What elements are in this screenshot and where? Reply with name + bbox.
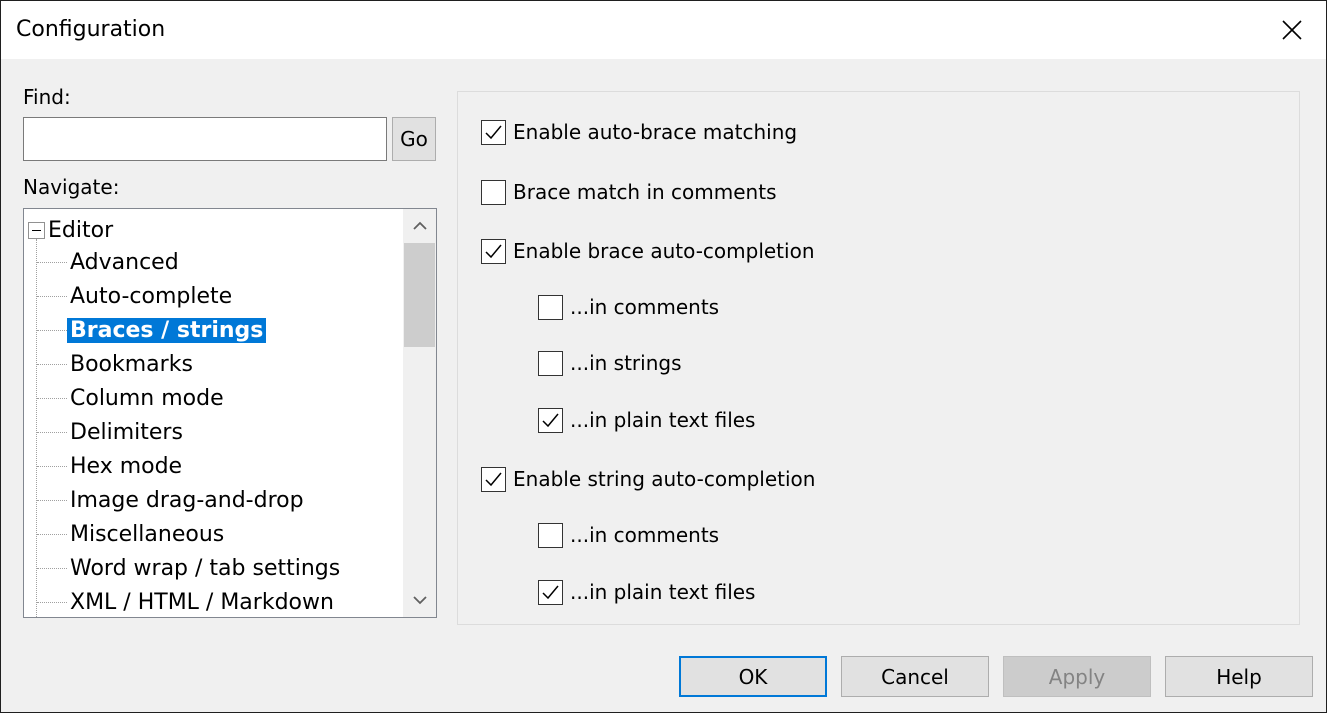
scroll-up-button[interactable] [403,209,436,243]
checkbox[interactable] [481,466,506,492]
ok-button[interactable]: OK [679,656,827,697]
tree-item[interactable]: XML / HTML / Markdown [37,586,337,617]
tree-item-label: Column mode [70,385,224,411]
checkbox[interactable] [538,579,563,605]
tree-item[interactable]: Column mode [37,382,227,414]
option-row[interactable]: ...in comments [538,292,719,322]
configuration-dialog: Configuration Find: Go Navigate: Editor … [0,0,1327,713]
checkbox[interactable] [481,119,506,145]
checkbox-label: ...in comments [570,295,720,319]
option-row[interactable]: Brace match in comments [481,177,777,207]
tree-item[interactable]: Delimiters [37,416,186,448]
tree-connector [37,329,67,331]
help-button[interactable]: Help [1165,656,1313,697]
tree-item-label: Advanced [70,249,179,275]
tree-item-label: Miscellaneous [70,521,225,547]
apply-button[interactable]: Apply [1003,656,1151,697]
tree-connector [37,261,67,263]
option-row[interactable]: ...in comments [538,520,719,550]
tree-node-label: Editor [48,217,114,243]
tree-connector [37,465,67,467]
checkmark-icon [485,244,502,258]
checkbox-label: Enable auto-brace matching [513,120,798,144]
tree-item[interactable]: Bookmarks [37,348,196,380]
checkbox[interactable] [538,350,563,376]
tree-item-label: XML / HTML / Markdown [70,589,334,615]
tree-item-label: Image drag-and-drop [70,487,304,513]
tree-item-label: Braces / strings [67,317,267,343]
tree-node-editor[interactable]: Editor [28,215,113,245]
tree-item-label: Bookmarks [70,351,193,377]
navigation-tree[interactable]: Editor Advanced Auto-complete Braces / str… [23,208,437,618]
title-bar: Configuration [1,1,1326,59]
option-row[interactable]: Enable string auto-completion [481,464,815,494]
find-label: Find: [23,85,71,109]
tree-item[interactable]: Auto-complete [37,280,235,312]
checkmark-icon [485,125,502,139]
tree-connector [37,567,67,569]
checkmark-icon [542,585,559,599]
tree-connector [37,499,67,501]
tree-connector [37,533,67,535]
tree-item[interactable]: Hex mode [37,450,185,482]
checkbox[interactable] [538,294,563,320]
checkbox-label: ...in plain text files [570,580,756,604]
go-button[interactable]: Go [392,117,436,161]
checkbox[interactable] [481,238,506,264]
tree-connector [37,431,67,433]
tree-connector [37,397,67,399]
close-icon [1282,20,1302,40]
checkbox-label: ...in plain text files [570,408,756,432]
tree-item-label: Auto-complete [70,283,233,309]
checkmark-icon [542,413,559,427]
option-row[interactable]: ...in plain text files [538,405,755,435]
tree-connector [37,295,67,297]
checkbox[interactable] [538,522,563,548]
window-title: Configuration [16,17,166,42]
tree-item-label: Hex mode [70,453,183,479]
checkbox-label: Enable brace auto-completion [513,239,815,263]
tree-item[interactable]: Braces / strings [37,314,267,346]
chevron-down-icon [412,596,427,605]
scroll-thumb[interactable] [404,243,435,347]
tree-item-label: Delimiters [70,419,183,445]
tree-connector [37,601,67,603]
tree-item[interactable]: Word wrap / tab settings [37,552,343,584]
option-row[interactable]: ...in strings [538,348,682,378]
close-button[interactable] [1258,1,1326,59]
checkbox[interactable] [481,179,506,205]
chevron-up-icon [412,221,427,230]
tree-scrollbar[interactable] [403,209,436,617]
checkbox-label: ...in strings [570,351,682,375]
tree-item[interactable]: Miscellaneous [37,518,227,550]
checkbox-label: ...in comments [570,523,720,547]
checkmark-icon [485,472,502,486]
cancel-button[interactable]: Cancel [841,656,989,697]
tree-item[interactable]: Image drag-and-drop [37,484,307,516]
tree-item[interactable]: Advanced [37,246,182,278]
scroll-down-button[interactable] [403,583,436,617]
navigate-label: Navigate: [23,175,120,199]
find-input[interactable] [23,117,387,161]
collapse-icon[interactable] [28,221,45,239]
option-row[interactable]: ...in plain text files [538,577,755,607]
checkbox[interactable] [538,407,563,433]
checkbox-label: Enable string auto-completion [513,467,816,491]
tree-connector [37,363,67,365]
option-row[interactable]: Enable brace auto-completion [481,236,815,266]
checkbox-label: Brace match in comments [513,180,777,204]
tree-item-label: Word wrap / tab settings [70,555,341,581]
option-row[interactable]: Enable auto-brace matching [481,117,797,147]
